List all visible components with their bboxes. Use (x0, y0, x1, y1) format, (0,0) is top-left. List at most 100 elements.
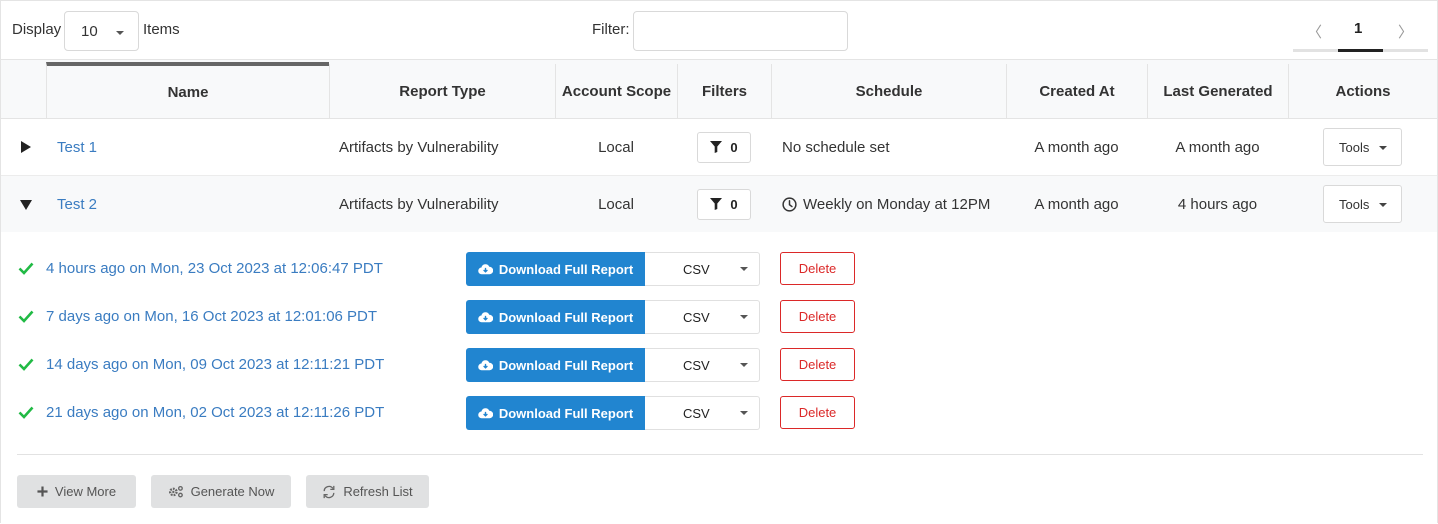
table-toolbar: Display 10 Items Filter: 〈 1 〉 (1, 1, 1437, 60)
check-icon (18, 262, 34, 275)
view-more-button[interactable]: View More (17, 475, 136, 508)
filter-icon (710, 141, 723, 153)
column-header-report-type[interactable]: Report Type (329, 64, 555, 118)
history-item-link[interactable]: 7 days ago on Mon, 16 Oct 2023 at 12:01:… (46, 308, 377, 325)
chevron-down-icon (740, 267, 748, 271)
history-item: 21 days ago on Mon, 02 Oct 2023 at 12:11… (1, 396, 901, 430)
download-label: Download Full Report (498, 405, 634, 421)
created-at: A month ago (1034, 195, 1119, 213)
download-full-report-button[interactable]: Download Full Report (466, 252, 645, 286)
format-value: CSV (683, 262, 710, 277)
prev-page-button[interactable]: 〈 (1307, 21, 1322, 42)
column-header-last-generated[interactable]: Last Generated (1147, 64, 1288, 118)
filter-label: Filter: (592, 21, 630, 38)
chevron-down-icon (1379, 203, 1387, 207)
view-more-label: View More (54, 484, 117, 499)
clock-icon (782, 196, 797, 212)
column-header-schedule[interactable]: Schedule (771, 64, 1006, 118)
filter-input[interactable] (633, 11, 848, 51)
cloud-download-icon (478, 408, 493, 419)
format-value: CSV (683, 310, 710, 325)
column-header-account-scope[interactable]: Account Scope (555, 64, 677, 118)
filters-button[interactable]: 0 (697, 188, 751, 220)
schedule: Weekly on Monday at 12PM (803, 195, 991, 213)
display-label: Display (12, 21, 62, 38)
filters-button[interactable]: 0 (697, 131, 751, 163)
page-size-select[interactable]: 10 (64, 11, 139, 51)
filter-icon (710, 198, 723, 210)
chevron-down-icon (116, 31, 124, 35)
last-generated: A month ago (1175, 138, 1260, 156)
format-select[interactable]: CSV (645, 252, 760, 286)
generate-now-button[interactable]: Generate Now (151, 475, 291, 508)
history-item: 4 hours ago on Mon, 23 Oct 2023 at 12:06… (1, 252, 901, 286)
refresh-list-label: Refresh List (343, 484, 413, 499)
column-header-name[interactable]: Name (46, 62, 329, 118)
delete-button[interactable]: Delete (780, 348, 855, 381)
download-full-report-button[interactable]: Download Full Report (466, 396, 645, 430)
filters-count: 0 (730, 139, 738, 155)
pagination-active-indicator (1338, 49, 1383, 52)
pagination: 〈 1 〉 (1293, 11, 1428, 53)
cogs-icon (168, 485, 183, 498)
report-name-link[interactable]: Test 2 (57, 196, 97, 213)
created-at: A month ago (1034, 138, 1119, 156)
history-item-link[interactable]: 4 hours ago on Mon, 23 Oct 2023 at 12:06… (46, 260, 383, 277)
report-history-panel: 4 hours ago on Mon, 23 Oct 2023 at 12:06… (1, 232, 1437, 524)
history-item: 14 days ago on Mon, 09 Oct 2023 at 12:11… (1, 348, 901, 382)
chevron-down-icon (740, 411, 748, 415)
tools-dropdown-button[interactable]: Tools (1323, 128, 1402, 166)
delete-button[interactable]: Delete (780, 252, 855, 285)
download-label: Download Full Report (498, 357, 634, 373)
items-label: Items (143, 21, 180, 38)
check-icon (18, 406, 34, 419)
report-name-link[interactable]: Test 1 (57, 139, 97, 156)
account-scope: Local (598, 195, 634, 213)
download-full-report-button[interactable]: Download Full Report (466, 348, 645, 382)
reports-table-widget: Display 10 Items Filter: 〈 1 〉 Name Repo… (0, 0, 1438, 524)
account-scope: Local (598, 138, 634, 156)
refresh-list-button[interactable]: Refresh List (306, 475, 429, 508)
cloud-download-icon (478, 360, 493, 371)
history-item-link[interactable]: 14 days ago on Mon, 09 Oct 2023 at 12:11… (46, 356, 384, 373)
tools-dropdown-button[interactable]: Tools (1323, 185, 1402, 223)
format-select[interactable]: CSV (645, 348, 760, 382)
collapse-row-icon[interactable] (20, 200, 32, 210)
generate-now-label: Generate Now (190, 484, 275, 499)
refresh-icon (323, 485, 335, 498)
download-label: Download Full Report (498, 261, 634, 277)
expand-row-icon[interactable] (21, 141, 31, 153)
cloud-download-icon (478, 264, 493, 275)
last-generated: 4 hours ago (1177, 195, 1258, 213)
chevron-down-icon (740, 363, 748, 367)
format-value: CSV (683, 406, 710, 421)
chevron-down-icon (1379, 146, 1387, 150)
tools-label: Tools (1339, 140, 1370, 155)
history-item: 7 days ago on Mon, 16 Oct 2023 at 12:01:… (1, 300, 901, 334)
panel-divider (17, 454, 1423, 455)
delete-button[interactable]: Delete (780, 300, 855, 333)
plus-icon (37, 486, 48, 497)
report-type: Artifacts by Vulnerability (339, 195, 499, 213)
cloud-download-icon (478, 312, 493, 323)
chevron-down-icon (740, 315, 748, 319)
format-value: CSV (683, 358, 710, 373)
check-icon (18, 358, 34, 371)
column-header-actions: Actions (1288, 64, 1437, 118)
table-row: Test 1 Artifacts by Vulnerability Local … (1, 119, 1437, 176)
download-label: Download Full Report (498, 309, 634, 325)
download-full-report-button[interactable]: Download Full Report (466, 300, 645, 334)
delete-button[interactable]: Delete (780, 396, 855, 429)
current-page[interactable]: 1 (1354, 20, 1362, 37)
history-item-link[interactable]: 21 days ago on Mon, 02 Oct 2023 at 12:11… (46, 404, 384, 421)
format-select[interactable]: CSV (645, 300, 760, 334)
table-header: Name Report Type Account Scope Filters S… (1, 60, 1437, 119)
column-header-created-at[interactable]: Created At (1006, 64, 1147, 118)
page-size-value: 10 (81, 23, 98, 40)
tools-label: Tools (1339, 197, 1370, 212)
next-page-button[interactable]: 〉 (1398, 21, 1413, 42)
report-type: Artifacts by Vulnerability (339, 138, 499, 156)
format-select[interactable]: CSV (645, 396, 760, 430)
column-header-filters[interactable]: Filters (677, 64, 771, 118)
filters-count: 0 (730, 196, 738, 212)
